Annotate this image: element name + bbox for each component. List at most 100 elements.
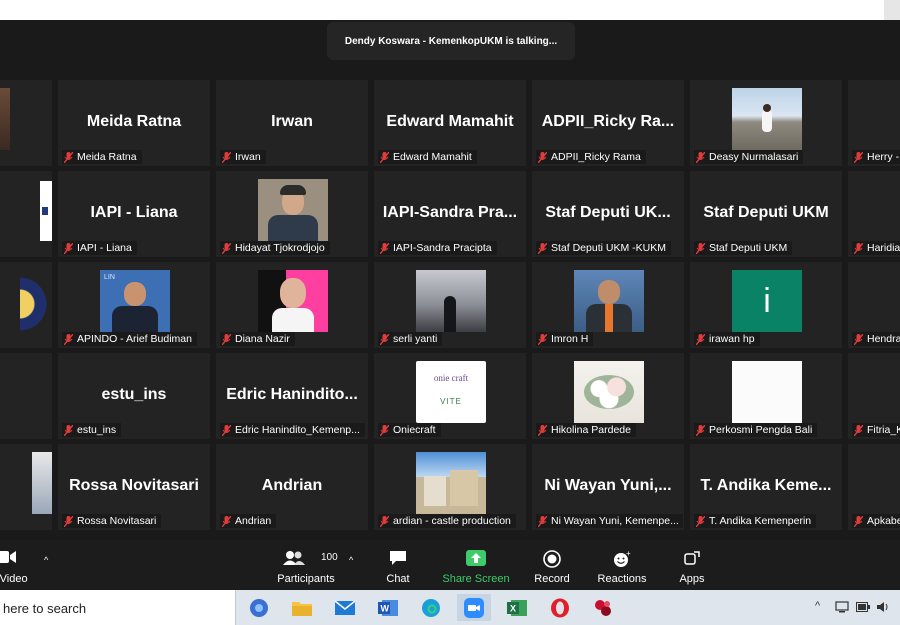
muted-mic-icon (222, 515, 231, 527)
participant-display-name: Rossa Novitasari (69, 477, 199, 494)
oniecraft-logo-text: onie craft (433, 373, 469, 383)
muted-mic-icon (854, 333, 863, 345)
teams-taskbar-icon[interactable] (242, 594, 276, 621)
participant-tile[interactable]: Hidayat Tjokrodjojo (216, 171, 368, 257)
participants-button[interactable]: 100 Participants (270, 540, 342, 590)
participant-tile[interactable]: Haridia (848, 171, 900, 257)
participant-display-name: ADPII_Ricky Ra... (541, 113, 675, 130)
participants-caret-icon[interactable]: ^ (349, 555, 353, 565)
battery-icon[interactable] (856, 602, 870, 612)
participant-name-label: estu_ins (77, 424, 117, 436)
muted-mic-icon (696, 333, 705, 345)
participant-name-label: Imron H (551, 333, 589, 345)
muted-mic-icon (64, 424, 73, 436)
participant-name-label: ardian - castle production (393, 515, 511, 527)
participant-photo (0, 88, 10, 150)
chat-button[interactable]: Chat (362, 540, 434, 590)
muted-mic-icon (538, 151, 547, 163)
participant-tile[interactable]: T. Andika Keme... T. Andika Kemenperin (690, 444, 842, 530)
participant-display-name: Meida Ratna (86, 113, 182, 130)
participant-name-label: Deasy Nurmalasari (709, 151, 799, 163)
participant-name-tag: estu_ins (62, 423, 122, 437)
participant-name-tag: Fitria_K (852, 423, 900, 437)
muted-mic-icon (64, 333, 73, 345)
participant-name-tag: T. Andika Kemenperin (694, 514, 817, 528)
participant-name-tag: serli yanti (378, 332, 443, 346)
opera-taskbar-icon[interactable] (543, 594, 577, 621)
muted-mic-icon (854, 424, 863, 436)
excel-taskbar-icon[interactable]: X (500, 594, 534, 621)
participant-tile[interactable] (0, 444, 52, 530)
participant-tile[interactable]: IAPI - Liana IAPI - Liana (58, 171, 210, 257)
participant-name-label: Edric Hanindito_Kemenp... (235, 424, 360, 436)
stop-video-button[interactable]: op Video (0, 540, 42, 590)
muted-mic-icon (64, 151, 73, 163)
participant-name-label: Apkabe (867, 515, 900, 527)
taskbar-search-box[interactable]: here to search (0, 590, 236, 625)
mail-taskbar-icon[interactable] (328, 594, 362, 621)
muted-mic-icon (696, 515, 705, 527)
participant-tile[interactable]: IAPI-Sandra Pra... IAPI-Sandra Pracipta (374, 171, 526, 257)
participant-tile[interactable]: Diana Nazir (216, 262, 368, 348)
participant-tile[interactable]: Hendra (848, 262, 900, 348)
share-screen-button[interactable]: Share Screen (440, 540, 512, 590)
participant-tile[interactable]: Irwan Irwan (216, 80, 368, 166)
participant-tile[interactable]: Perkosmi Pengda Bali (690, 353, 842, 439)
participant-tile[interactable]: Edric Haninditо... Edric Hanindito_Kemenp… (216, 353, 368, 439)
reactions-button[interactable]: + Reactions (586, 540, 658, 590)
participant-tile[interactable] (0, 262, 52, 348)
participant-tile[interactable]: Staf Deputi UK... Staf Deputi UKM -KUKM (532, 171, 684, 257)
participant-tile[interactable]: LIN APINDO - Arief Budiman (58, 262, 210, 348)
participant-name-label: Hikolina Pardede (551, 424, 631, 436)
apps-icon (684, 551, 700, 565)
video-options-caret-icon[interactable]: ^ (44, 555, 48, 565)
participant-tile[interactable]: etyo (0, 353, 52, 439)
muted-mic-icon (222, 151, 231, 163)
participants-icon (283, 551, 305, 565)
participant-tile[interactable]: Andrian Andrian (216, 444, 368, 530)
participant-tile[interactable]: Rossa Novitasari Rossa Novitasari (58, 444, 210, 530)
network-icon[interactable] (835, 601, 849, 613)
participant-tile[interactable]: Meida Ratna Meida Ratna (58, 80, 210, 166)
participant-tile[interactable]: Fitria_K (848, 353, 900, 439)
volume-icon[interactable] (876, 601, 890, 613)
participant-tile[interactable]: Staf Deputi UKM Staf Deputi UKM (690, 171, 842, 257)
file-explorer-taskbar-icon[interactable] (285, 594, 319, 621)
participant-tile[interactable]: Deasy Nurmalasari (690, 80, 842, 166)
edge-taskbar-icon[interactable] (414, 594, 448, 621)
participant-display-name: Herr (848, 113, 900, 131)
muted-mic-icon (538, 515, 547, 527)
participant-tile[interactable]: ADPII_Ricky Ra... ADPII_Ricky Rama (532, 80, 684, 166)
apps-button[interactable]: Apps (656, 540, 728, 590)
tray-chevron-icon[interactable]: ^ (815, 600, 820, 612)
participant-tile[interactable]: Edward Mamahit Edward Mamahit (374, 80, 526, 166)
participant-tile[interactable]: Hikolina Pardede (532, 353, 684, 439)
participant-tile[interactable]: onie craft VITE Oniecraft (374, 353, 526, 439)
participant-tile[interactable]: Apka Apkabe (848, 444, 900, 530)
zoom-taskbar-icon[interactable] (457, 594, 491, 621)
participant-tile[interactable]: APKABEL (0, 80, 52, 166)
participant-name-label: Andrian (235, 515, 272, 527)
app-red-taskbar-icon[interactable] (586, 594, 620, 621)
record-button[interactable]: Record (516, 540, 588, 590)
avatar-letter: i (763, 281, 771, 320)
participant-tile[interactable]: Imron H (532, 262, 684, 348)
chat-label: Chat (386, 573, 410, 585)
participant-tile[interactable]: Ni Wayan Yuni,... Ni Wayan Yuni, Kemenpe.… (532, 444, 684, 530)
participant-name-tag: Staf Deputi UKM (694, 241, 793, 255)
participant-tile[interactable]: ardian - castle production (374, 444, 526, 530)
participant-name-label: IAPI-Sandra Pracipta (393, 242, 492, 254)
participant-name-label: Hendra (867, 333, 900, 345)
muted-mic-icon (538, 424, 547, 436)
participant-name-tag: Hidayat Tjokrodjojo (220, 241, 330, 255)
participant-tile[interactable]: Sejahtera (0, 171, 52, 257)
participant-tile[interactable]: serli yanti (374, 262, 526, 348)
participant-tile[interactable]: Herr Herry - (848, 80, 900, 166)
participant-photo (732, 361, 802, 423)
participant-name-tag: IAPI-Sandra Pracipta (378, 241, 497, 255)
participant-name-label: Herry - (867, 151, 900, 163)
word-taskbar-icon[interactable]: W (371, 594, 405, 621)
participant-tile[interactable]: i irawan hp (690, 262, 842, 348)
participant-tile[interactable]: estu_ins estu_ins (58, 353, 210, 439)
participant-name-tag: Staf Deputi UKM -KUKM (536, 241, 671, 255)
